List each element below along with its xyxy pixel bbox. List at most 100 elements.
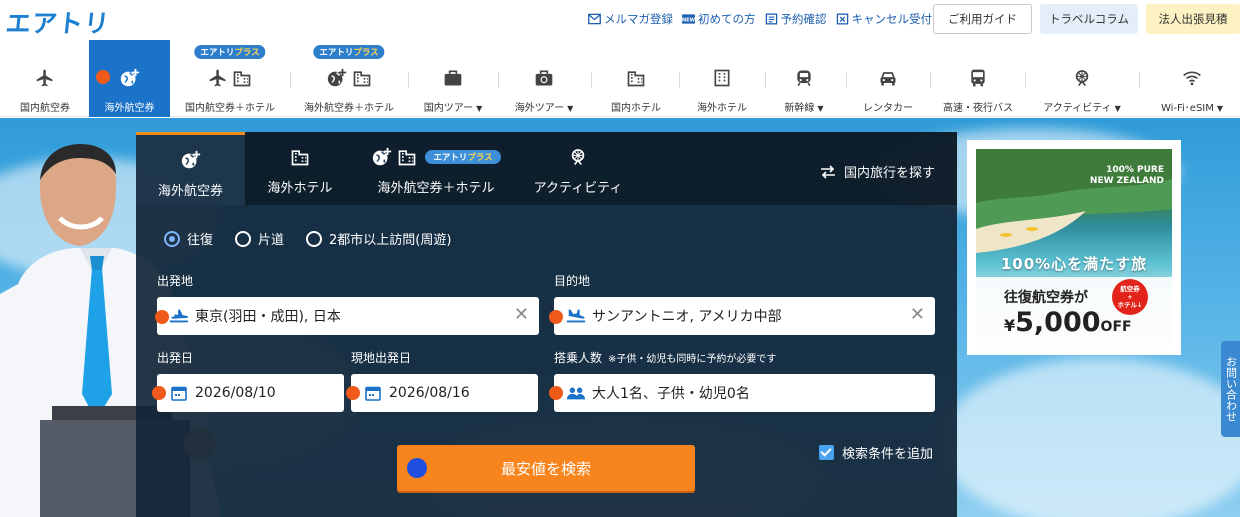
nav-international-tours[interactable]: 海外ツアー ▼ [503, 40, 585, 117]
nav-divider [290, 72, 291, 88]
checkbox-checked[interactable] [819, 445, 834, 460]
user-guide-button[interactable]: ご利用ガイド [933, 4, 1032, 34]
nav-label: 国内航空券 [20, 103, 70, 114]
departure-plane-icon [169, 309, 189, 323]
hotel-icon [627, 71, 645, 87]
car-icon [880, 72, 896, 86]
field-marker-dot [549, 386, 563, 400]
ferris-wheel-icon [571, 149, 585, 166]
depart-date-value: 2026/08/10 [195, 385, 276, 401]
tab-activities[interactable]: アクティビティ [528, 132, 628, 205]
add-conditions-toggle[interactable]: 検索条件を追加 [819, 443, 933, 462]
hotel-icon [398, 150, 416, 166]
radio-unselected[interactable] [235, 230, 252, 247]
nav-divider [1025, 72, 1026, 88]
travel-column-button[interactable]: トラベルコラム [1040, 4, 1138, 34]
search-tabs: 海外航空券 海外ホテル エアトリプラス 海外航空券＋ホテル アクティビティ 国内… [136, 132, 957, 205]
trip-type-multicity[interactable]: 2都市以上訪問(周遊) [306, 229, 451, 248]
tab-label: 海外航空券 [157, 184, 223, 199]
domestic-travel-link[interactable]: 国内旅行を探す [820, 162, 935, 181]
search-cheapest-button[interactable]: 最安値を検索 [397, 445, 695, 491]
nav-international-hotels[interactable]: 海外ホテル [684, 40, 760, 117]
trip-type-group: 往復 片道 2都市以上訪問(周遊) [164, 229, 451, 248]
ad-offer-line: 往復航空券が [1004, 290, 1088, 306]
nav-label: 国内ホテル [611, 103, 661, 114]
cloud [940, 358, 1240, 517]
tab-international-flights[interactable]: 海外航空券 [136, 132, 245, 205]
radio-selected[interactable] [164, 230, 180, 247]
main-nav: 国内航空券 海外航空券 エアトリプラス 国内航空券＋ホテル エアトリプラス 海外… [0, 40, 1240, 117]
nav-highway-bus[interactable]: 高速・夜行バス [936, 40, 1020, 117]
nav-label: Wi-Fi･eSIM ▼ [1160, 103, 1224, 114]
nav-label: 海外航空券 [104, 103, 155, 114]
nav-activities[interactable]: アクティビティ ▼ [1030, 40, 1134, 117]
trip-type-label: 往復 [187, 233, 214, 248]
hotel-icon [233, 71, 251, 87]
reservation-check-label: 予約確認 [780, 12, 827, 26]
field-marker-dot [152, 386, 166, 400]
return-date-field[interactable]: 2026/08/16 [351, 374, 538, 412]
tab-international-flight-hotel[interactable]: エアトリプラス 海外航空券＋ホテル [366, 132, 506, 205]
trip-type-roundtrip[interactable]: 往復 [164, 229, 213, 248]
top-header: エアトリ メルマガ登録 NEW 初めての方 予約確認 キャンセル受付 ご利用ガイ… [0, 0, 1240, 40]
nav-domestic-flight-hotel[interactable]: エアトリプラス 国内航空券＋ホテル [180, 40, 280, 117]
nav-label: 高速・夜行バス [943, 103, 1013, 114]
calendar-icon [171, 386, 187, 401]
nav-label: レンタカー [863, 103, 913, 114]
passengers-field[interactable]: 大人1名、子供・幼児0名 [554, 374, 935, 412]
nav-divider [408, 72, 409, 88]
destination-field[interactable]: サンアントニオ, アメリカ中部 ✕ [554, 297, 935, 335]
destination-value: サンアントニオ, アメリカ中部 [592, 309, 782, 325]
trip-type-oneway[interactable]: 片道 [235, 229, 284, 248]
depart-date-field[interactable]: 2026/08/10 [157, 374, 344, 412]
chevron-down-icon: ▼ [817, 104, 824, 113]
chevron-down-icon: ▼ [1216, 104, 1224, 113]
nav-divider [679, 72, 680, 88]
new-icon: NEW [682, 14, 695, 24]
field-marker-dot [549, 310, 563, 324]
cancel-link[interactable]: キャンセル受付 [836, 11, 932, 27]
origin-value: 東京(羽田・成田), 日本 [195, 309, 341, 325]
depart-date-label: 出発日 [157, 351, 194, 365]
clear-icon[interactable]: ✕ [910, 306, 925, 324]
hotel-icon [353, 71, 371, 87]
new-zealand-ad-banner[interactable]: 100% PURE NEW ZEALAND 100%心を満たす旅 往復航空券が 航… [967, 140, 1181, 355]
clear-icon[interactable]: ✕ [514, 306, 529, 324]
nav-divider [591, 72, 592, 88]
nav-shinkansen[interactable]: 新幹線 ▼ [771, 40, 837, 117]
cursor-marker-dot [407, 458, 427, 478]
nav-domestic-flights[interactable]: 国内航空券 [0, 40, 90, 117]
nav-international-flight-hotel[interactable]: エアトリプラス 海外航空券＋ホテル [298, 40, 400, 117]
newsletter-link[interactable]: メルマガ登録 [588, 11, 673, 27]
nav-label: 国内航空券＋ホテル [185, 103, 275, 114]
corporate-quote-button[interactable]: 法人出張見積 [1146, 4, 1240, 34]
nav-domestic-tours[interactable]: 国内ツアー ▼ [412, 40, 494, 117]
tab-international-hotels[interactable]: 海外ホテル [245, 132, 355, 205]
nav-label: 海外航空券＋ホテル [304, 103, 394, 114]
first-time-link[interactable]: NEW 初めての方 [682, 11, 756, 27]
nav-label: 新幹線 ▼ [784, 103, 824, 114]
ad-tagline: 100%心を満たす旅 [1000, 255, 1148, 273]
add-conditions-label: 検索条件を追加 [842, 447, 934, 462]
nav-divider [930, 72, 931, 88]
nav-rental-car[interactable]: レンタカー [851, 40, 925, 117]
hotel-icon [291, 150, 309, 166]
return-date-label: 現地出発日 [351, 351, 412, 365]
contact-side-tab[interactable]: お問い合わせ [1221, 341, 1240, 437]
header-links: メルマガ登録 NEW 初めての方 予約確認 キャンセル受付 [588, 11, 932, 27]
nav-label: 国内ツアー ▼ [423, 103, 483, 114]
nav-domestic-hotels[interactable]: 国内ホテル [598, 40, 674, 117]
tab-label: 海外ホテル [267, 181, 333, 196]
ad-price: ¥5,000OFF [1004, 307, 1132, 338]
origin-field[interactable]: 東京(羽田・成田), 日本 ✕ [157, 297, 539, 335]
globe-plane-icon [373, 147, 392, 166]
wifi-icon [1183, 71, 1201, 86]
globe-plane-icon [181, 150, 200, 169]
destination-label: 目的地 [554, 274, 591, 288]
arrival-plane-icon [566, 309, 586, 323]
reservation-check-link[interactable]: 予約確認 [765, 11, 827, 27]
radio-unselected[interactable] [306, 230, 323, 247]
airtrip-logo[interactable]: エアトリ [4, 4, 112, 40]
train-icon [797, 70, 811, 86]
nav-wifi-esim[interactable]: Wi-Fi･eSIM ▼ [1144, 40, 1240, 117]
